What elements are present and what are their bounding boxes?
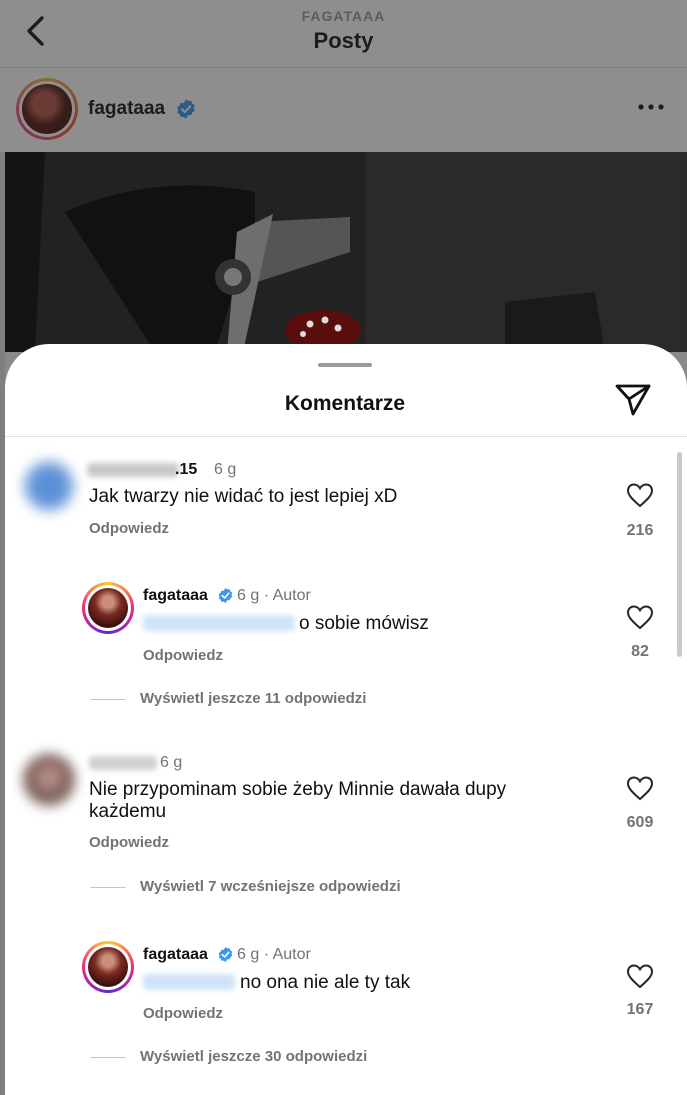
post-header: fagataaa <box>0 68 687 152</box>
comment-meta: 6 g · Autor <box>237 946 311 963</box>
verified-icon <box>218 947 233 962</box>
sheet-title: Komentarze <box>284 392 406 415</box>
heart-icon[interactable] <box>626 604 654 630</box>
hidden-username <box>89 756 157 770</box>
thread-line <box>90 1057 126 1058</box>
verified-icon <box>177 99 195 119</box>
comment-text-line-1: Nie przypominam sobie żeby Minnie dawała… <box>89 779 507 800</box>
verified-icon <box>218 588 233 603</box>
hidden-mention[interactable] <box>143 974 235 990</box>
comment-text-line-2: każdemu <box>89 801 167 822</box>
comment-text: o sobie mówisz <box>299 613 429 634</box>
heart-icon[interactable] <box>626 963 654 989</box>
thread-line <box>90 699 126 700</box>
hidden-username <box>87 463 179 477</box>
avatar[interactable] <box>82 941 134 993</box>
hidden-mention[interactable] <box>143 615 295 631</box>
profile-subtitle: FAGATAAA <box>301 8 386 24</box>
view-replies-link[interactable]: Wyświetl jeszcze 30 odpowiedzi <box>140 1048 367 1065</box>
post-author-avatar[interactable] <box>16 78 78 140</box>
comment-meta: 6 g · Autor <box>237 587 311 604</box>
post-image-scene <box>5 152 687 352</box>
like-count: 167 <box>626 1001 654 1018</box>
reply-button[interactable]: Odpowiedz <box>143 647 223 664</box>
avatar[interactable] <box>82 582 134 634</box>
comment-username[interactable]: fagataaa <box>143 946 208 964</box>
scrollbar[interactable] <box>677 452 682 657</box>
post-image <box>5 152 687 352</box>
view-replies-link[interactable]: Wyświetl jeszcze 11 odpowiedzi <box>140 690 366 707</box>
heart-icon[interactable] <box>626 775 654 801</box>
comment-text: Jak twarzy nie widać to jest lepiej xD <box>89 486 398 507</box>
view-replies-link[interactable]: Wyświetl 7 wcześniejsze odpowiedzi <box>140 878 401 895</box>
send-icon[interactable] <box>613 382 653 418</box>
sheet-grabber[interactable] <box>318 363 372 367</box>
sheet-divider <box>5 436 687 437</box>
comment-time: 6 g <box>160 754 183 771</box>
comments-sheet: Komentarze .15 6 g Jak twarzy nie widać … <box>5 344 687 1095</box>
heart-icon[interactable] <box>626 482 654 508</box>
avatar[interactable] <box>23 754 75 806</box>
like-count: 82 <box>631 643 649 660</box>
page-title: Posty <box>313 28 374 53</box>
comment-time: 6 g <box>214 461 237 478</box>
avatar[interactable] <box>23 460 75 512</box>
top-bar: FAGATAAA Posty <box>0 0 687 68</box>
reply-button[interactable]: Odpowiedz <box>143 1005 223 1022</box>
post-author-username[interactable]: fagataaa <box>88 98 165 120</box>
comment-text: no ona nie ale ty tak <box>240 972 411 993</box>
reply-button[interactable]: Odpowiedz <box>89 834 169 851</box>
like-count: 216 <box>626 522 654 539</box>
more-options-icon[interactable] <box>637 102 665 112</box>
thread-line <box>90 887 126 888</box>
comment-username[interactable]: fagataaa <box>143 587 208 605</box>
reply-button[interactable]: Odpowiedz <box>89 520 169 537</box>
comment-username[interactable]: .15 <box>175 461 197 479</box>
like-count: 609 <box>626 814 654 831</box>
